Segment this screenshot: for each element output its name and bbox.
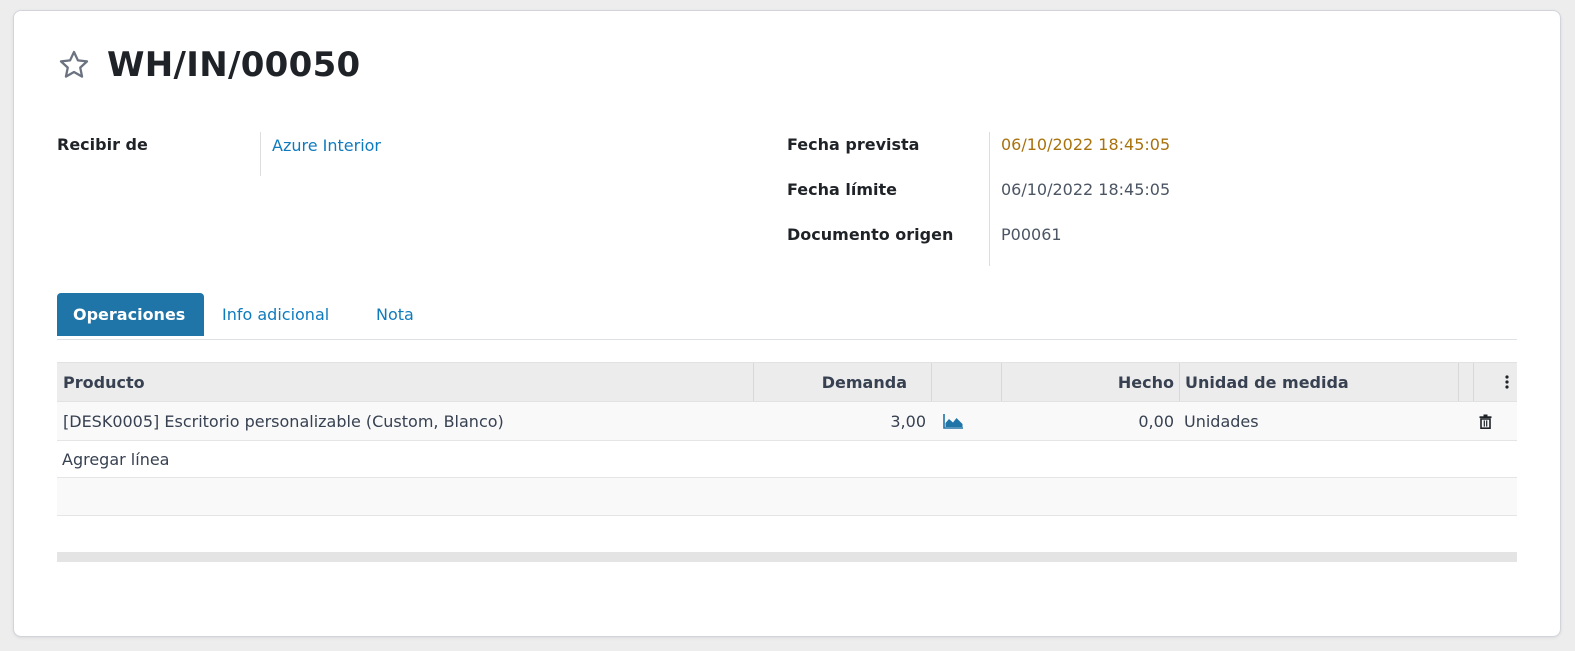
deadline-label: Fecha límite — [787, 180, 897, 199]
column-divider — [1179, 363, 1180, 401]
add-line-link[interactable]: Agregar línea — [62, 441, 169, 477]
tab-operaciones[interactable]: Operaciones — [57, 293, 204, 336]
cell-demand[interactable]: 3,00 — [754, 402, 926, 440]
vertical-dots-icon[interactable] — [1497, 363, 1517, 401]
column-divider — [931, 363, 932, 401]
receive-from-link[interactable]: Azure Interior — [272, 136, 381, 155]
source-document-value[interactable]: P00061 — [1001, 225, 1062, 244]
add-line-row: Agregar línea — [57, 441, 1517, 478]
area-chart-icon[interactable] — [943, 402, 965, 440]
scheduled-date-value[interactable]: 06/10/2022 18:45:05 — [1001, 135, 1170, 154]
star-icon[interactable] — [57, 48, 91, 82]
column-header-uom[interactable]: Unidad de medida — [1185, 363, 1455, 401]
cell-product[interactable]: [DESK0005] Escritorio personalizable (Cu… — [63, 402, 743, 440]
field-separator — [260, 132, 261, 176]
field-separator — [989, 132, 990, 266]
column-header-done[interactable]: Hecho — [1002, 363, 1174, 401]
deadline-value: 06/10/2022 18:45:05 — [1001, 180, 1171, 199]
horizontal-scrollbar[interactable] — [57, 552, 1517, 562]
cell-done[interactable]: 0,00 — [1002, 402, 1174, 440]
trash-icon[interactable] — [1476, 402, 1494, 440]
table-header: Producto Demanda Hecho Unidad de medida — [57, 362, 1517, 402]
notebook-tabs: Operaciones Info adicional Nota — [57, 293, 1517, 340]
column-header-demand[interactable]: Demanda — [754, 363, 907, 401]
cell-uom[interactable]: Unidades — [1184, 402, 1454, 440]
operations-table: Producto Demanda Hecho Unidad de medida … — [57, 362, 1517, 516]
column-divider — [1473, 363, 1474, 401]
column-divider — [1458, 363, 1459, 401]
column-header-product[interactable]: Producto — [63, 363, 743, 401]
title-row: WH/IN/00050 — [57, 41, 361, 89]
source-document-label: Documento origen — [787, 225, 954, 244]
scheduled-date-label: Fecha prevista — [787, 135, 920, 154]
form-sheet: WH/IN/00050 Recibir de Azure Interior Fe… — [13, 10, 1561, 637]
tab-nota[interactable]: Nota — [376, 293, 414, 336]
table-row[interactable]: [DESK0005] Escritorio personalizable (Cu… — [57, 402, 1517, 441]
tab-info-adicional[interactable]: Info adicional — [222, 293, 329, 336]
record-title: WH/IN/00050 — [107, 45, 361, 85]
receive-from-label: Recibir de — [57, 135, 148, 154]
empty-row — [57, 478, 1517, 516]
